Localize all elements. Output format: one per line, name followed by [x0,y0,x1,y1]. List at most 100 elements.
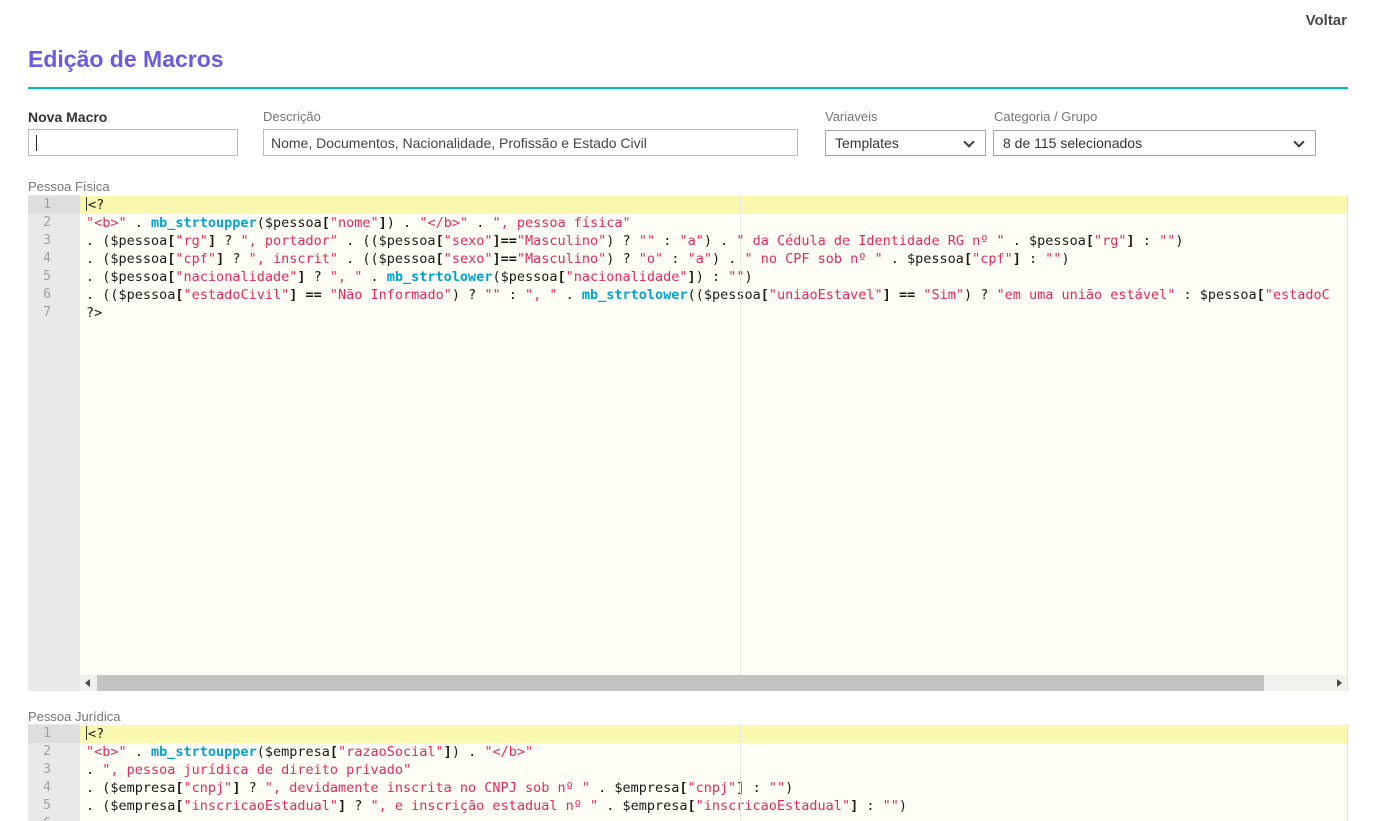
scrollbar-thumb[interactable] [97,675,1264,691]
code-token: . [127,215,151,231]
chevron-down-icon [1293,136,1304,147]
code-token: . ($empresa [86,780,175,796]
code-line[interactable]: . ($pessoa["rg"] ? ", portador" . (($pes… [86,232,1347,250]
code-token: ) [899,798,907,814]
code-token: . [362,269,386,285]
code-line[interactable] [86,815,1347,821]
categoria-selected-value: 8 de 115 selecionados [1003,135,1142,151]
code-line[interactable]: "<b>" . mb_strtoupper($empresa["razaoSoc… [86,743,1347,761]
code-token: ? [216,233,240,249]
code-token: == [306,287,322,303]
nova-macro-input[interactable] [28,129,238,156]
descricao-input[interactable]: Nome, Documentos, Nacionalidade, Profiss… [263,129,798,156]
code-token: mb_strtoupper [151,744,257,760]
code-token: ? [346,798,370,814]
code-token: "sexo" [444,233,493,249]
code-line[interactable]: . ($empresa["inscricaoEstadual"] ? ", e … [86,797,1347,815]
code-line[interactable]: "<b>" . mb_strtoupper($pessoa["nome"]) .… [86,214,1347,232]
code-line[interactable]: . (($pessoa["estadoCivil"] == "Não Infor… [86,286,1347,304]
code-token: ) ? [964,287,997,303]
code-token [322,287,330,303]
pessoa-fisica-label: Pessoa Física [28,179,110,194]
pessoa-juridica-label: Pessoa Jurídica [28,709,121,724]
scroll-left-button[interactable] [80,675,96,691]
code-token: ) ? [606,233,639,249]
code-token: [ [688,798,696,814]
code-token: <? [88,197,104,213]
code-line[interactable]: . ($pessoa["nacionalidade"] ? ", " . mb_… [86,268,1347,286]
code-line[interactable]: <? [80,725,1347,743]
categoria-grupo-select[interactable]: 8 de 115 selecionados [993,130,1316,156]
code-token: [ [322,215,330,231]
code-token: ] [492,251,500,267]
code-line[interactable]: . ($empresa["cnpj"] ? ", devidamente ins… [86,779,1347,797]
code-line[interactable]: ?> [86,304,1347,322]
code-token: " da Cédula de Identidade RG nº " [736,233,1004,249]
code-area[interactable]: <?"<b>" . mb_strtoupper($empresa["razaoS… [80,724,1347,821]
back-link[interactable]: Voltar [1306,12,1347,29]
code-token: ) [785,780,793,796]
code-token: ? [240,780,264,796]
pessoa-juridica-code-editor[interactable]: 123456 <?"<b>" . mb_strtoupper($empresa[… [28,724,1348,821]
line-number: 7 [28,304,80,322]
code-token: ? [224,251,248,267]
horizontal-scrollbar[interactable] [80,675,1347,691]
code-token: "estadoC [1265,287,1330,303]
code-token: "sexo" [444,251,493,267]
code-line[interactable]: . ", pessoa jurídica de direito privado" [86,761,1347,779]
line-number: 5 [28,797,80,815]
code-token: "rg" [175,233,208,249]
code-token: . ($pessoa [86,269,167,285]
code-token: ", inscrit" [249,251,338,267]
descricao-value: Nome, Documentos, Nacionalidade, Profiss… [271,135,647,151]
code-token: [ [1086,233,1094,249]
column-ruler [740,195,741,675]
code-token: ", pessoa jurídica de direito privado" [102,762,411,778]
page-title: Edição de Macros [28,46,224,73]
code-token: [ [436,233,444,249]
code-token: : $pessoa [1175,287,1256,303]
code-token: "</b>" [419,215,468,231]
code-token: : [744,780,768,796]
code-area[interactable]: <?"<b>" . mb_strtoupper($pessoa["nome"])… [80,195,1347,675]
title-underline [28,87,1348,89]
pessoa-fisica-code-editor[interactable]: 1234567 <?"<b>" . mb_strtoupper($pessoa[… [28,195,1348,691]
code-token: . [468,215,492,231]
variaveis-label: Variaveis [825,109,878,124]
code-token: ] [492,233,500,249]
code-line[interactable]: . ($pessoa["cpf"] ? ", inscrit" . (($pes… [86,250,1347,268]
chevron-down-icon [963,136,974,147]
line-number: 4 [28,250,80,268]
code-token: "" [769,780,785,796]
code-token: "" [1159,233,1175,249]
line-number-gutter: 1234567 [28,195,80,691]
code-token: . $pessoa [883,251,964,267]
code-token: : [858,798,882,814]
code-token: "" [728,269,744,285]
descricao-label: Descrição [263,109,321,124]
code-token: "nacionalidade" [175,269,297,285]
code-line[interactable]: <? [80,196,1347,214]
code-token: "Sim" [923,287,964,303]
code-token: [ [761,287,769,303]
code-token: : [655,233,679,249]
code-token: ", pessoa física" [492,215,630,231]
code-token: "" [639,233,655,249]
code-token: ", e inscrição estadual nº " [371,798,599,814]
code-token: ? [305,269,329,285]
code-token: : [1135,233,1159,249]
code-token: ] [444,744,452,760]
code-token: ] [850,798,858,814]
variaveis-select[interactable]: Templates [825,130,986,156]
code-token: ?> [86,305,102,321]
code-token: . [558,287,582,303]
code-token: . ($pessoa [86,233,167,249]
line-number: 5 [28,268,80,286]
code-token: "inscricaoEstadual" [696,798,850,814]
scroll-right-button[interactable] [1331,675,1347,691]
code-token: "estadoCivil" [184,287,290,303]
code-token: ", " [330,269,363,285]
code-token: == [501,233,517,249]
code-token: "rg" [1094,233,1127,249]
code-token: ) : [696,269,729,285]
